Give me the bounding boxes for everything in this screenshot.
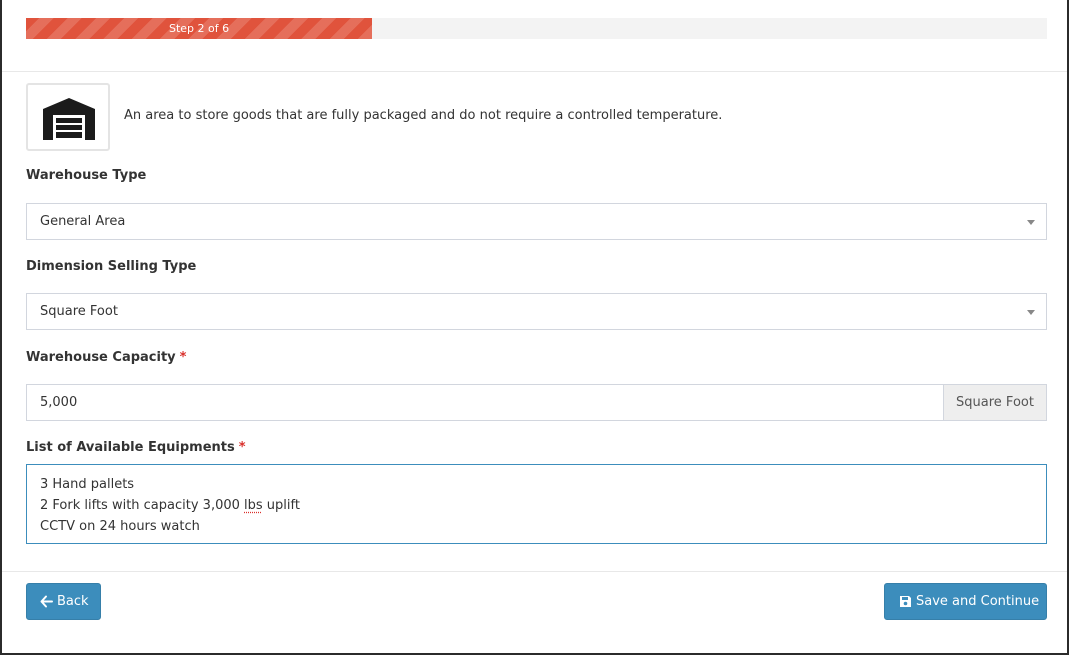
warehouse-type-label: Warehouse Type bbox=[26, 168, 147, 183]
progress-bar-fill: Step 2 of 6 bbox=[26, 18, 373, 39]
equipments-line: 2 Fork lifts with capacity 3,000 lbs upl… bbox=[40, 498, 300, 513]
divider bbox=[2, 571, 1067, 572]
equipments-textarea[interactable]: 3 Hand pallets 2 Fork lifts with capacit… bbox=[26, 464, 1047, 544]
back-button[interactable]: Back bbox=[26, 583, 101, 620]
equipments-line: CCTV on 24 hours watch bbox=[40, 519, 200, 534]
floppy-disk-icon bbox=[900, 596, 911, 607]
wizard-page: Step 2 of 6 An area to store goods that … bbox=[0, 0, 1069, 655]
equipments-label-text: List of Available Equipments bbox=[26, 440, 235, 455]
dimension-selling-type-select[interactable]: Square Foot bbox=[26, 293, 1047, 330]
required-marker: * bbox=[238, 440, 246, 455]
progress-label: Step 2 of 6 bbox=[168, 22, 230, 35]
save-button-label: Save and Continue bbox=[916, 594, 1040, 609]
progress-bar: Step 2 of 6 bbox=[26, 18, 1047, 39]
equipments-line: 3 Hand pallets bbox=[40, 477, 135, 492]
warehouse-capacity-label-text: Warehouse Capacity bbox=[26, 350, 176, 365]
dimension-selling-type-label: Dimension Selling Type bbox=[26, 259, 197, 274]
divider bbox=[2, 71, 1067, 72]
warehouse-type-select[interactable]: General Area bbox=[26, 203, 1047, 240]
dimension-selling-type-selected-value: Square Foot bbox=[40, 304, 118, 319]
chevron-down-icon bbox=[1027, 310, 1035, 315]
arrow-left-icon bbox=[40, 595, 53, 608]
warehouse-capacity-input[interactable]: 5,000 bbox=[26, 384, 943, 421]
warehouse-type-icon-box bbox=[26, 83, 110, 151]
warehouse-icon bbox=[43, 98, 95, 140]
warehouse-capacity-value: 5,000 bbox=[40, 395, 78, 410]
chevron-down-icon bbox=[1027, 220, 1035, 225]
back-button-label: Back bbox=[57, 594, 89, 609]
required-marker: * bbox=[179, 350, 187, 365]
capacity-unit-addon: Square Foot bbox=[943, 384, 1047, 421]
equipments-label: List of Available Equipments * bbox=[26, 440, 246, 455]
spellcheck-word: lbs bbox=[244, 498, 263, 513]
save-and-continue-button[interactable]: Save and Continue bbox=[884, 583, 1047, 620]
warehouse-type-selected-value: General Area bbox=[40, 214, 126, 229]
warehouse-type-description: An area to store goods that are fully pa… bbox=[124, 108, 723, 123]
warehouse-capacity-label: Warehouse Capacity * bbox=[26, 350, 186, 365]
